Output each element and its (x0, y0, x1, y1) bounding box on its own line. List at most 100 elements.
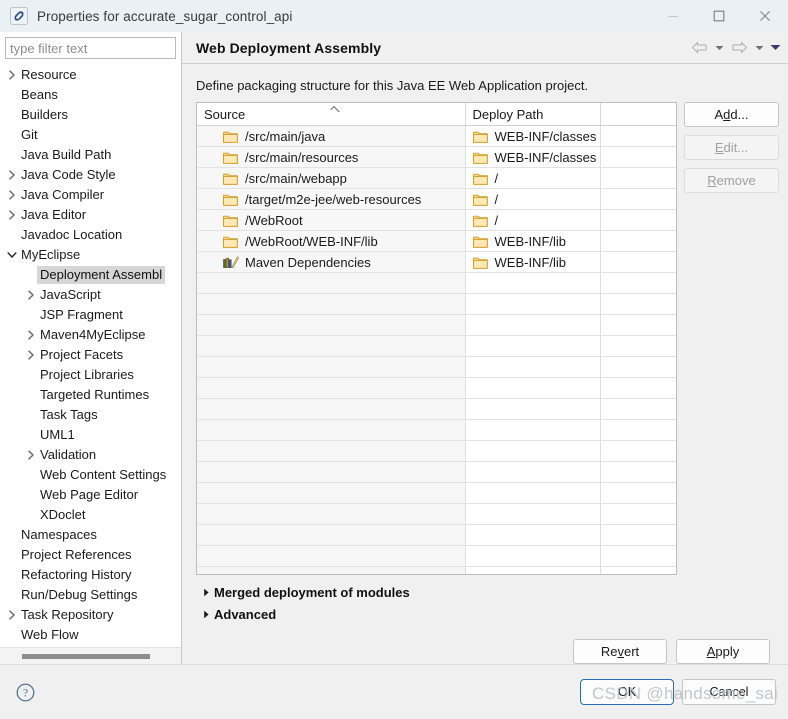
ok-button[interactable]: OK (580, 679, 674, 705)
cell-source (197, 335, 466, 357)
add-button[interactable]: Add... (684, 102, 779, 127)
cell-deploy-path (465, 503, 601, 525)
remove-button[interactable]: Remove (684, 168, 779, 193)
assembly-table-container[interactable]: Source Deploy Path /src/main/java WEB-INF… (196, 102, 677, 575)
cell-source[interactable]: /WebRoot (197, 209, 466, 231)
sidebar-item-javadoc-location[interactable]: Javadoc Location (0, 225, 181, 245)
column-header-extra[interactable] (600, 103, 676, 126)
revert-button[interactable]: Revert (573, 639, 667, 664)
sidebar-item-java-build-path[interactable]: Java Build Path (0, 145, 181, 165)
chevron-right-icon[interactable] (24, 450, 37, 460)
sidebar-item-project-facets[interactable]: Project Facets (0, 345, 181, 365)
table-row[interactable]: /src/main/webapp / (197, 167, 676, 189)
sidebar-item-project-libraries[interactable]: Project Libraries (0, 365, 181, 385)
sidebar-item-project-references[interactable]: Project References (0, 545, 181, 565)
sidebar-item-maven4myeclipse[interactable]: Maven4MyEclipse (0, 325, 181, 345)
chevron-right-icon[interactable] (5, 210, 18, 220)
cell-extra (600, 503, 676, 525)
sidebar-item-web-flow[interactable]: Web Flow (0, 625, 181, 645)
triangle-right-icon[interactable] (198, 588, 214, 597)
cancel-button[interactable]: Cancel (682, 679, 776, 705)
back-history-chevron-down-icon[interactable] (712, 38, 726, 58)
cell-extra (600, 146, 676, 168)
chevron-right-icon[interactable] (5, 70, 18, 80)
page-menu-chevron-down-icon[interactable] (768, 38, 782, 58)
scrollbar-thumb[interactable] (22, 653, 150, 659)
cell-deploy-path[interactable]: WEB-INF/classes (465, 146, 601, 168)
cell-source[interactable]: /src/main/webapp (197, 167, 466, 189)
sidebar-item-xdoclet[interactable]: XDoclet (0, 505, 181, 525)
table-row[interactable]: /src/main/resources WEB-INF/classes (197, 146, 676, 168)
cell-source[interactable]: /WebRoot/WEB-INF/lib (197, 230, 466, 252)
sidebar-item-label: Refactoring History (21, 567, 132, 582)
sidebar-item-web-page-editor[interactable]: Web Page Editor (0, 485, 181, 505)
sidebar-item-jsp-fragment[interactable]: JSP Fragment (0, 305, 181, 325)
table-row[interactable]: /target/m2e-jee/web-resources / (197, 188, 676, 210)
table-row[interactable]: /WebRoot / (197, 209, 676, 231)
help-question-icon[interactable]: ? (14, 681, 36, 703)
sidebar-item-git[interactable]: Git (0, 125, 181, 145)
chevron-right-icon[interactable] (24, 290, 37, 300)
sidebar-item-java-compiler[interactable]: Java Compiler (0, 185, 181, 205)
chevron-right-icon[interactable] (5, 190, 18, 200)
chevron-down-icon[interactable] (5, 251, 18, 259)
sidebar-item-validation[interactable]: Validation (0, 445, 181, 465)
cell-deploy-path[interactable]: / (465, 209, 601, 231)
table-row[interactable]: Maven Dependencies WEB-INF/lib (197, 251, 676, 273)
chevron-right-icon[interactable] (24, 330, 37, 340)
column-header-source[interactable]: Source (197, 103, 466, 126)
column-header-deploy-path[interactable]: Deploy Path (465, 103, 601, 126)
sidebar-item-java-editor[interactable]: Java Editor (0, 205, 181, 225)
sidebar-item-web-content-settings[interactable]: Web Content Settings (0, 465, 181, 485)
sidebar-item-myeclipse[interactable]: MyEclipse (0, 245, 181, 265)
cell-extra (600, 545, 676, 567)
close-icon[interactable] (742, 0, 788, 32)
table-row[interactable]: /WebRoot/WEB-INF/lib WEB-INF/lib (197, 230, 676, 252)
edit-button[interactable]: Edit... (684, 135, 779, 160)
filter-input[interactable] (5, 37, 176, 59)
cell-deploy-path[interactable]: WEB-INF/lib (465, 230, 601, 252)
source-label: /WebRoot (245, 212, 303, 228)
sidebar-item-builders[interactable]: Builders (0, 105, 181, 125)
chevron-right-icon[interactable] (5, 170, 18, 180)
sidebar-item-run-debug-settings[interactable]: Run/Debug Settings (0, 585, 181, 605)
page-navigation-toolbar (688, 38, 782, 58)
sidebar-item-targeted-runtimes[interactable]: Targeted Runtimes (0, 385, 181, 405)
sidebar-item-task-tags[interactable]: Task Tags (0, 405, 181, 425)
sidebar-item-refactoring-history[interactable]: Refactoring History (0, 565, 181, 585)
cell-source[interactable]: /src/main/java (197, 125, 466, 147)
sidebar-item-task-repository[interactable]: Task Repository (0, 605, 181, 625)
revert-button-label: Revert (600, 644, 640, 659)
sidebar-item-label: Git (21, 127, 38, 142)
sidebar-item-beans[interactable]: Beans (0, 85, 181, 105)
table-row[interactable]: /src/main/java WEB-INF/classes (197, 125, 676, 147)
cell-source[interactable]: /src/main/resources (197, 146, 466, 168)
back-arrow-icon[interactable] (688, 38, 710, 58)
sidebar-item-uml1[interactable]: UML1 (0, 425, 181, 445)
cell-deploy-path[interactable]: WEB-INF/classes (465, 125, 601, 147)
sidebar-horizontal-scrollbar[interactable] (0, 647, 181, 664)
cell-deploy-path (465, 482, 601, 504)
deploy-path-label: / (494, 170, 499, 186)
cell-deploy-path[interactable]: / (465, 188, 601, 210)
forward-arrow-icon[interactable] (728, 38, 750, 58)
maximize-icon[interactable] (696, 0, 742, 32)
apply-button[interactable]: Apply (676, 639, 770, 664)
sidebar-item-javascript[interactable]: JavaScript (0, 285, 181, 305)
minimize-icon[interactable] (650, 0, 696, 32)
cell-source[interactable]: /target/m2e-jee/web-resources (197, 188, 466, 210)
sidebar-item-deployment-assembl[interactable]: Deployment Assembl (0, 265, 181, 285)
chevron-right-icon[interactable] (24, 350, 37, 360)
sidebar-item-java-code-style[interactable]: Java Code Style (0, 165, 181, 185)
cell-deploy-path[interactable]: / (465, 167, 601, 189)
cell-extra (600, 398, 676, 420)
expander-merged-deployment-of-modules[interactable]: Merged deployment of modules (198, 581, 779, 603)
expander-advanced[interactable]: Advanced (198, 603, 779, 625)
triangle-right-icon[interactable] (198, 610, 214, 619)
chevron-right-icon[interactable] (5, 610, 18, 620)
cell-deploy-path[interactable]: WEB-INF/lib (465, 251, 601, 273)
cell-source[interactable]: Maven Dependencies (197, 251, 466, 273)
sidebar-item-resource[interactable]: Resource (0, 65, 181, 85)
forward-history-chevron-down-icon[interactable] (752, 38, 766, 58)
sidebar-item-namespaces[interactable]: Namespaces (0, 525, 181, 545)
